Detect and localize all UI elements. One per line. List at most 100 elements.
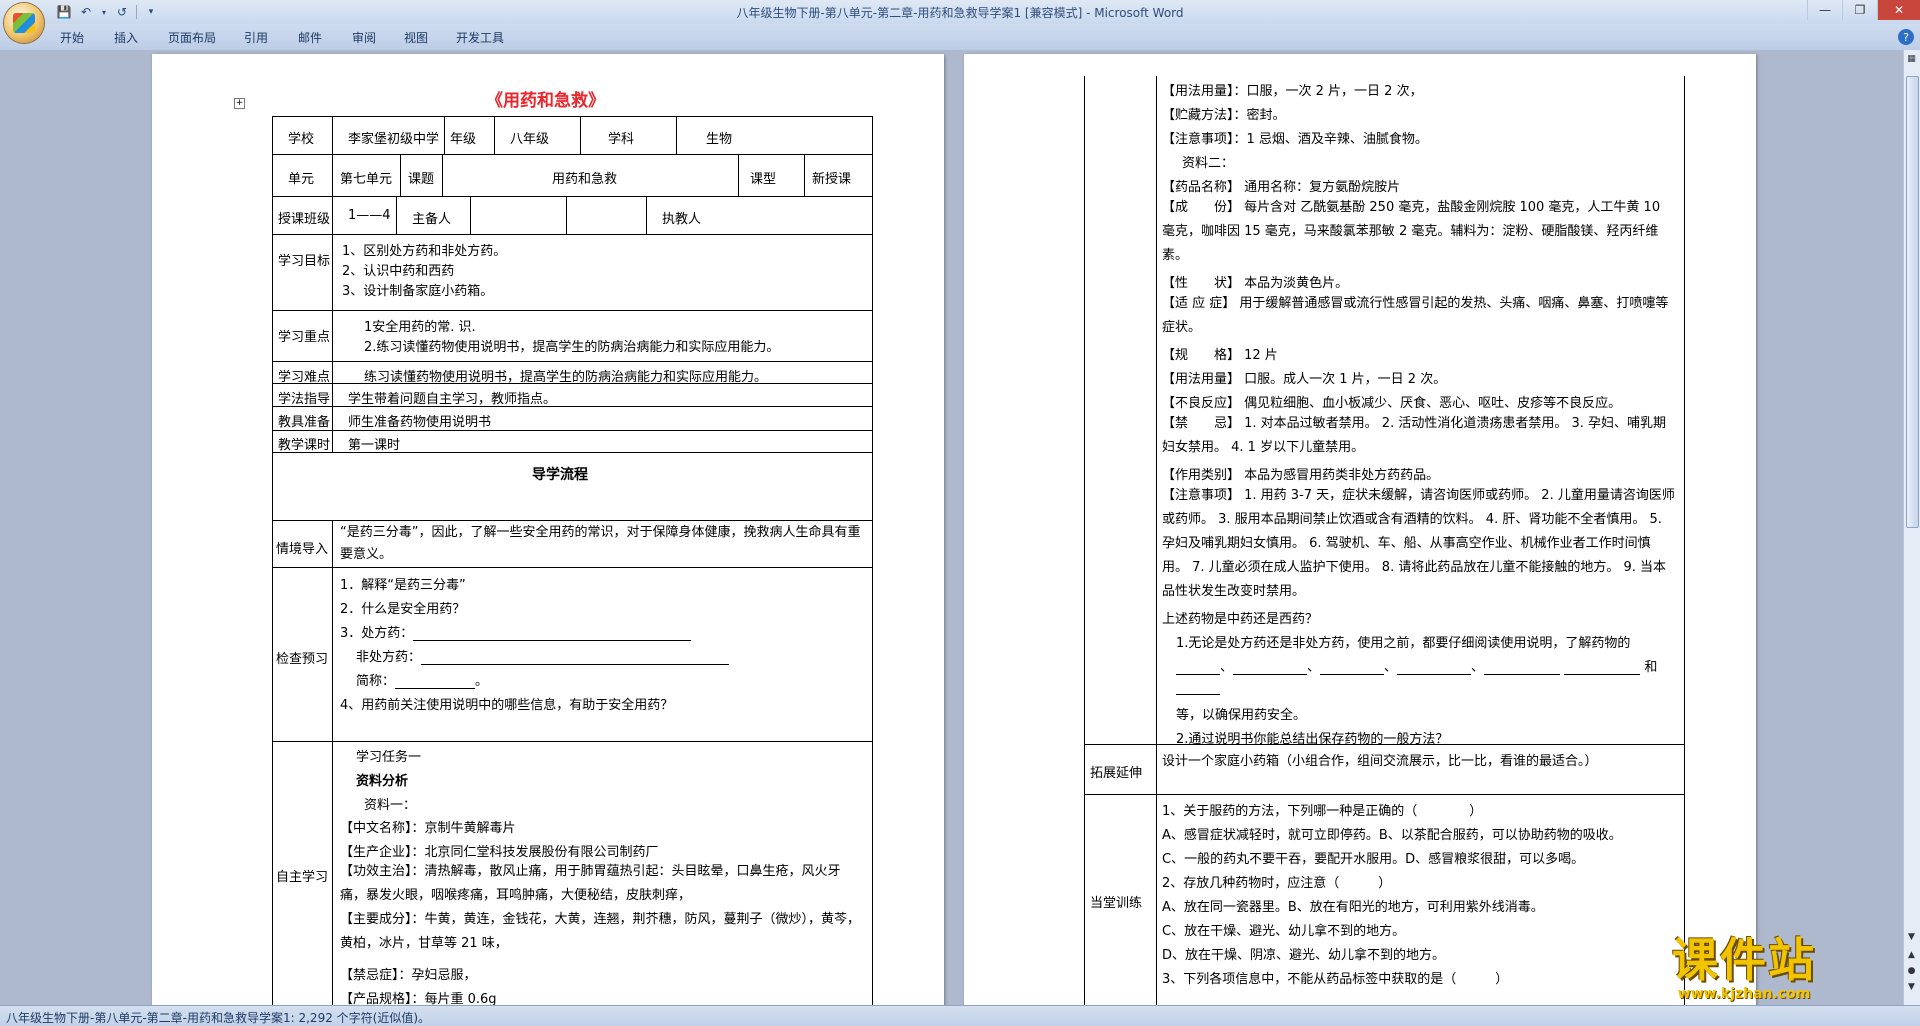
table-move-handle-icon[interactable]: +: [234, 98, 245, 109]
practice-item: A、感冒症状减轻时，就可立即停药。B、以茶配合服药，可以协助药物的吸收。: [1162, 828, 1622, 843]
teacher-label: 执教人: [662, 212, 702, 227]
subject-value: 生物: [706, 132, 733, 147]
tools-text: 师生准备药物使用说明书: [348, 415, 492, 430]
tab-insert[interactable]: 插入: [114, 29, 138, 46]
next-page-icon[interactable]: ▼: [1905, 980, 1918, 993]
type-label: 课型: [750, 172, 777, 187]
difficulty-label: 学习难点: [278, 370, 331, 385]
self-item: 【功效主治】：清热解毒，散风止痛，用于肺胃蕴热引起：头目眩晕，口鼻生疮，风火牙痛…: [340, 864, 841, 903]
self-item: 【禁忌症】：孕妇忌服，: [340, 968, 477, 983]
practice-item: 2、存放几种药物时，应注意（ ）: [1162, 876, 1392, 891]
tab-references[interactable]: 引用: [244, 29, 268, 46]
col-line: [332, 520, 333, 1005]
p2-line: 【适 应 症】 用于缓解普通感冒或流行性感冒引起的发热、头痛、咽痛、鼻塞、打喷嚏…: [1162, 296, 1669, 335]
blank-line: [1484, 662, 1561, 675]
blank-line: [1176, 662, 1220, 675]
col-line: [804, 154, 805, 196]
check-label: 检查预习: [276, 652, 329, 667]
practice-item: A、放在同一瓷器里。B、放在有阳光的地方，可利用紫外线消毒。: [1162, 900, 1544, 915]
close-button[interactable]: ✕: [1877, 0, 1920, 20]
self-label: 自主学习: [276, 870, 329, 885]
col-line: [676, 116, 677, 154]
hours-text: 第一课时: [348, 438, 401, 453]
table-border: [1084, 76, 1085, 1005]
row-line: [272, 234, 873, 235]
row-line: [272, 430, 873, 431]
practice-label: 当堂训练: [1090, 896, 1143, 911]
row-line: [272, 196, 873, 197]
p2-sep: 、: [1307, 660, 1321, 675]
self-item: 【主要成分】：牛黄，黄连，金钱花，大黄，连翘，荆芥穗，防风，蔓荆子（微炒），黄芩…: [340, 912, 861, 951]
row-line: [272, 361, 873, 362]
check-item: 3．处方药：: [340, 626, 414, 641]
document-page-2[interactable]: 【用法用量】：口服，一次 2 片，一日 2 次， 【贮藏方法】：密封。 【注意事…: [964, 54, 1756, 1005]
office-logo-icon: [13, 13, 35, 33]
tab-view[interactable]: 视图: [404, 29, 428, 46]
grade-label: 年级: [450, 132, 477, 147]
focus-item: 2.练习读懂药物使用说明书，提高学生的防病治病能力和实际应用能力。: [364, 340, 780, 355]
p2-line: 【注意事项】 1. 用药 3-7 天，症状未缓解，请咨询医师或药师。 2. 儿童…: [1162, 488, 1675, 599]
scroll-down-icon[interactable]: ▼: [1905, 930, 1918, 943]
class-label: 授课班级: [278, 212, 331, 227]
vertical-scrollbar[interactable]: ▦ ▼ ▲ ● ▼: [1903, 50, 1920, 1005]
select-browse-object-icon[interactable]: ●: [1905, 964, 1918, 977]
maximize-button[interactable]: ❐: [1842, 0, 1877, 20]
tab-review[interactable]: 审阅: [352, 29, 376, 46]
help-icon[interactable]: ?: [1898, 29, 1914, 45]
window-title: 八年级生物下册-第八单元-第二章-用药和急救导学案1 [兼容模式] - Micr…: [736, 6, 1184, 20]
self-item: 资料分析: [356, 774, 409, 789]
tab-home[interactable]: 开始: [60, 29, 84, 46]
method-text: 学生带着问题自主学习，教师指点。: [348, 392, 557, 407]
practice-item: C、放在干燥、避光、幼儿拿不到的地方。: [1162, 924, 1406, 939]
check-item: 。: [475, 674, 489, 689]
p2-line: 【用法用量】：口服，一次 2 片，一日 2 次，: [1162, 84, 1423, 99]
check-item: 1．解释“是药三分毒”: [340, 578, 466, 593]
intro-text: “是药三分毒”，因此，了解一些安全用药的常识，对于保障身体健康，挽救病人生命具有…: [340, 525, 861, 562]
status-bar: 八年级生物下册-第八单元-第二章-用药和急救导学案1: 2,292 个字符(近似…: [0, 1005, 1920, 1026]
blank-line: [1176, 682, 1220, 695]
tab-developer[interactable]: 开发工具: [456, 29, 504, 46]
unit-value: 第七单元: [340, 172, 393, 187]
goals-label: 学习目标: [278, 254, 331, 269]
p2-and: 和: [1644, 660, 1658, 675]
p2-line: 【规 格】 12 片: [1162, 348, 1278, 363]
table-border: [1684, 76, 1685, 1005]
check-item: 4、用药前关注使用说明中的哪些信息，有助于安全用药？: [340, 698, 674, 713]
col-line: [442, 154, 443, 196]
ribbon-tab-bar: 开始 插入 页面布局 引用 邮件 审阅 视图 开发工具 ?: [0, 24, 1920, 51]
self-item: 【生产企业】：北京同仁堂科技发展股份有限公司制药厂: [340, 845, 659, 860]
p2-line: 等，以确保用药安全。: [1176, 708, 1307, 723]
col-line: [396, 196, 397, 234]
intro-label: 情境导入: [276, 542, 329, 557]
tab-mailings[interactable]: 邮件: [298, 29, 322, 46]
p2-sep: 、: [1471, 660, 1485, 675]
p2-sep: 、: [1220, 660, 1234, 675]
scrollbar-thumb[interactable]: [1906, 76, 1919, 528]
subject-label: 学科: [608, 132, 635, 147]
col-line: [566, 196, 567, 234]
title-bar: 💾 ↶ ▾ ↺ ▾ 八年级生物下册-第八单元-第二章-用药和急救导学案1 [兼容…: [0, 0, 1920, 24]
blank-line: [1564, 662, 1641, 675]
office-button[interactable]: [4, 3, 44, 43]
self-item: 【产品规格】：每片重 0.6g: [340, 992, 497, 1005]
grade-value: 八年级: [510, 132, 550, 147]
topic-value: 用药和急救: [552, 172, 618, 187]
row-line: [1084, 794, 1685, 795]
type-value: 新授课: [812, 172, 852, 187]
document-page-1[interactable]: + 《用药和急救》 学校 李家堡初级中学 年级 八年级 学科 生物 单元 第七单…: [152, 54, 944, 1005]
topic-label: 课题: [408, 172, 435, 187]
p2-line: 【用法用量】 口服。成人一次 1 片，一日 2 次。: [1162, 372, 1447, 387]
tab-page-layout[interactable]: 页面布局: [168, 29, 216, 46]
p2-line: 【贮藏方法】：密封。: [1162, 108, 1286, 123]
minimize-button[interactable]: —: [1807, 0, 1842, 20]
ruler-toggle-icon[interactable]: ▦: [1905, 52, 1918, 65]
unit-label: 单元: [288, 172, 315, 187]
flow-title: 导学流程: [532, 467, 588, 483]
col-line: [738, 154, 739, 196]
previous-page-icon[interactable]: ▲: [1905, 948, 1918, 961]
page-title: 《用药和急救》: [486, 91, 605, 111]
blank-line: [421, 652, 730, 665]
table-border: [272, 116, 873, 117]
check-item: 简称：: [356, 674, 396, 689]
col-line: [470, 196, 471, 234]
